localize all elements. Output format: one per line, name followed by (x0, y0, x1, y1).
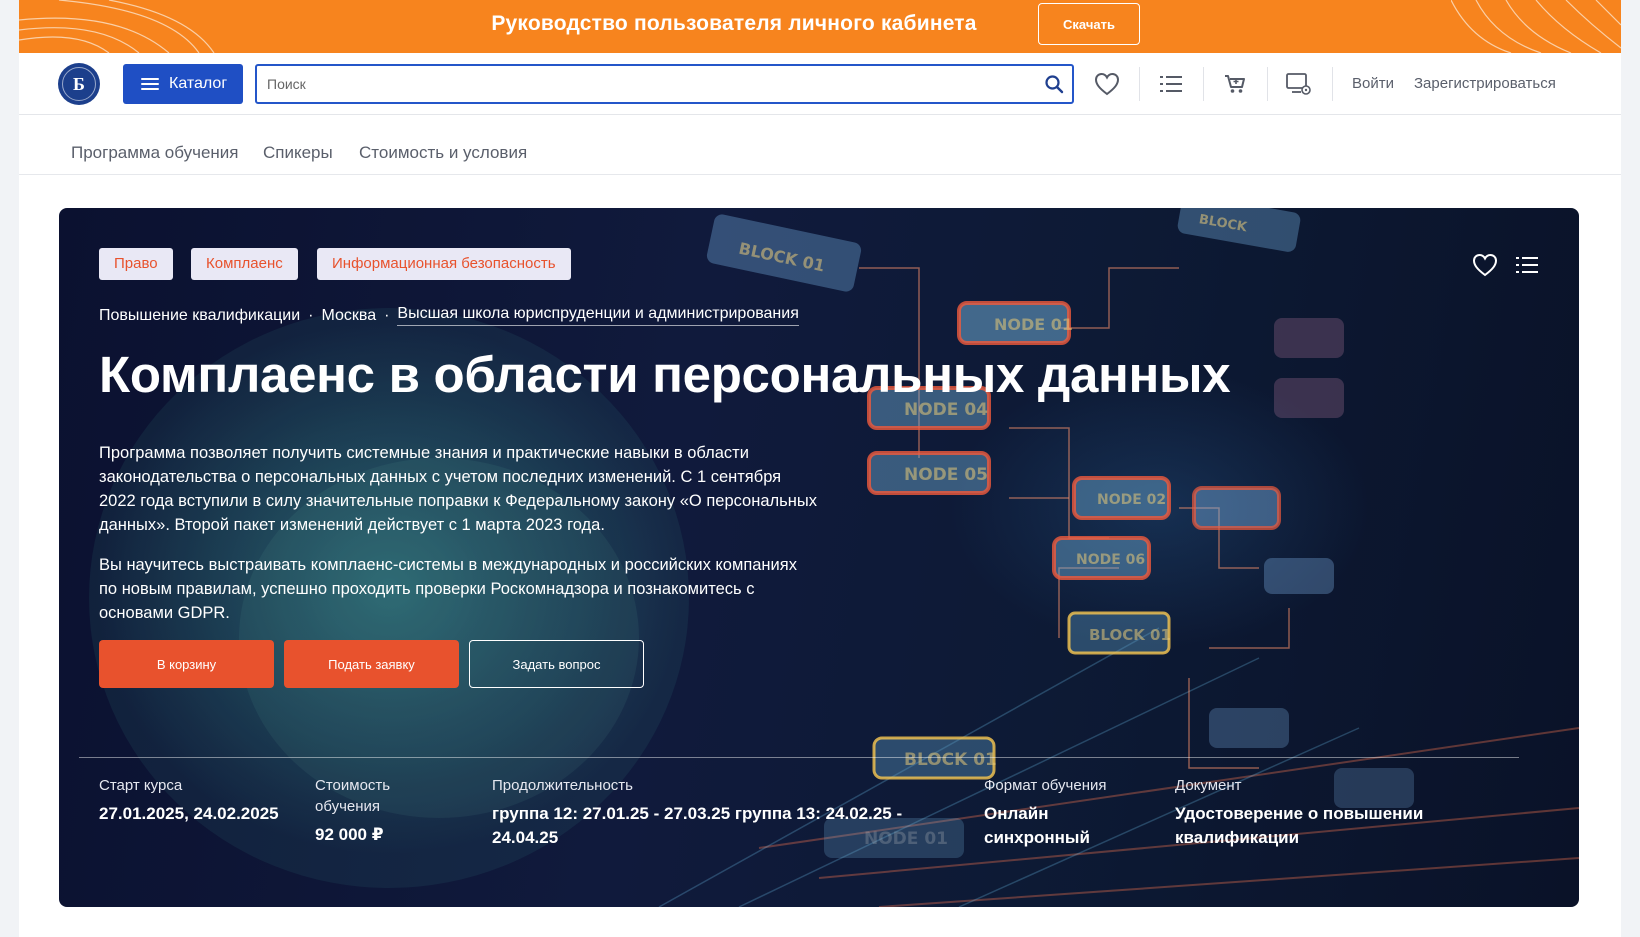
info-value: 92 000 ₽ (315, 825, 384, 844)
ask-question-button[interactable]: Задать вопрос (469, 640, 644, 688)
breadcrumb-item[interactable]: Москва (321, 307, 376, 325)
top-banner: Руководство пользователя личного кабинет… (19, 0, 1621, 53)
catalog-label: Каталог (169, 75, 228, 92)
info-label: Старт курса (99, 777, 183, 794)
breadcrumb-separator: · (384, 306, 390, 324)
info-label: Стоимость обучения (315, 777, 391, 815)
info-value: Онлайн синхронный (984, 804, 1090, 847)
info-value: 27.01.2025, 24.02.2025 (99, 804, 279, 823)
personal-account-button[interactable] (1286, 71, 1312, 97)
info-price: Стоимость обучения 92 000 ₽ (315, 775, 445, 847)
subnav-item-program[interactable]: Программа обучения (71, 143, 239, 163)
logo-emblem: Б (62, 67, 96, 101)
program-subnav: Программа обучения Спикеры Стоимость и у… (19, 115, 1621, 175)
art-label: BLOCK 01 (904, 750, 997, 770)
cart-button[interactable] (1222, 71, 1248, 97)
heart-icon (1094, 72, 1120, 96)
compare-button[interactable] (1158, 71, 1184, 97)
info-value: группа 12: 27.01.25 - 27.03.25 группа 13… (492, 804, 903, 847)
list-icon (1160, 76, 1182, 92)
program-hero: BLOCK 01 BLOCK NODE 01 NODE 04 NODE 05 N… (59, 208, 1579, 907)
art-label: BLOCK 01 (1089, 626, 1171, 644)
subnav-item-price[interactable]: Стоимость и условия (359, 143, 527, 163)
apply-button[interactable]: Подать заявку (284, 640, 459, 688)
info-label: Документ (1175, 777, 1242, 794)
art-label: NODE 06 (1076, 552, 1145, 568)
program-description: Программа позволяет получить системные з… (99, 444, 817, 534)
info-document: Документ Удостоверение о повышении квали… (1175, 775, 1435, 850)
header-separator (1332, 67, 1333, 101)
tag-compliance[interactable]: Комплаенс (191, 248, 298, 280)
add-to-cart-button[interactable]: В корзину (99, 640, 274, 688)
hero-heart-icon[interactable] (1472, 252, 1498, 278)
favorites-button[interactable] (1094, 71, 1120, 97)
info-start: Старт курса 27.01.2025, 24.02.2025 (99, 775, 279, 826)
breadcrumb-separator: · (308, 306, 314, 324)
download-button[interactable]: Скачать (1038, 3, 1140, 45)
tag-infosec[interactable]: Информационная безопасность (317, 248, 571, 280)
banner-decoration-right (1451, 0, 1621, 53)
header-separator (1139, 67, 1140, 101)
tag-law[interactable]: Право (99, 248, 173, 280)
header-separator (1267, 67, 1268, 101)
info-duration: Продолжительность группа 12: 27.01.25 - … (492, 775, 922, 850)
program-description: Вы научитесь выстраивать комплаенс-систе… (99, 556, 797, 622)
lk-icon (1286, 73, 1311, 95)
info-label: Формат обучения (984, 777, 1107, 794)
info-value: Удостоверение о повышении квалификации (1175, 804, 1424, 847)
hero-list-icon[interactable] (1516, 254, 1538, 276)
page-title: Комплаенс в области персональных данных (99, 346, 1231, 403)
art-label: NODE 05 (904, 465, 988, 485)
info-divider (79, 757, 1519, 758)
menu-icon (141, 78, 159, 90)
search-icon[interactable] (1044, 74, 1064, 94)
breadcrumb: Повышение квалификации · Москва · Высшая… (99, 305, 799, 326)
header-separator (1203, 67, 1204, 101)
breadcrumb-item[interactable]: Повышение квалификации (99, 307, 300, 325)
breadcrumb-item[interactable]: Высшая школа юриспруденции и администрир… (397, 305, 799, 326)
search-input[interactable] (267, 66, 1027, 102)
info-label: Продолжительность (492, 777, 633, 794)
art-label: NODE 01 (994, 315, 1073, 334)
banner-title: Руководство пользователя личного кабинет… (491, 12, 977, 35)
login-link[interactable]: Войти (1352, 75, 1394, 92)
info-format: Формат обучения Онлайн синхронный (984, 775, 1144, 850)
subnav-item-speakers[interactable]: Спикеры (263, 143, 333, 163)
register-link[interactable]: Зарегистрироваться (1414, 75, 1556, 92)
search-box (255, 64, 1074, 104)
catalog-button[interactable]: Каталог (123, 64, 243, 104)
page: Руководство пользователя личного кабинет… (19, 0, 1621, 937)
site-header: Б Каталог Поиск Войти Зарегистрироваться (19, 53, 1621, 115)
logo[interactable]: Б (58, 63, 100, 105)
art-label: NODE 02 (1097, 492, 1166, 508)
cart-icon (1225, 75, 1245, 93)
